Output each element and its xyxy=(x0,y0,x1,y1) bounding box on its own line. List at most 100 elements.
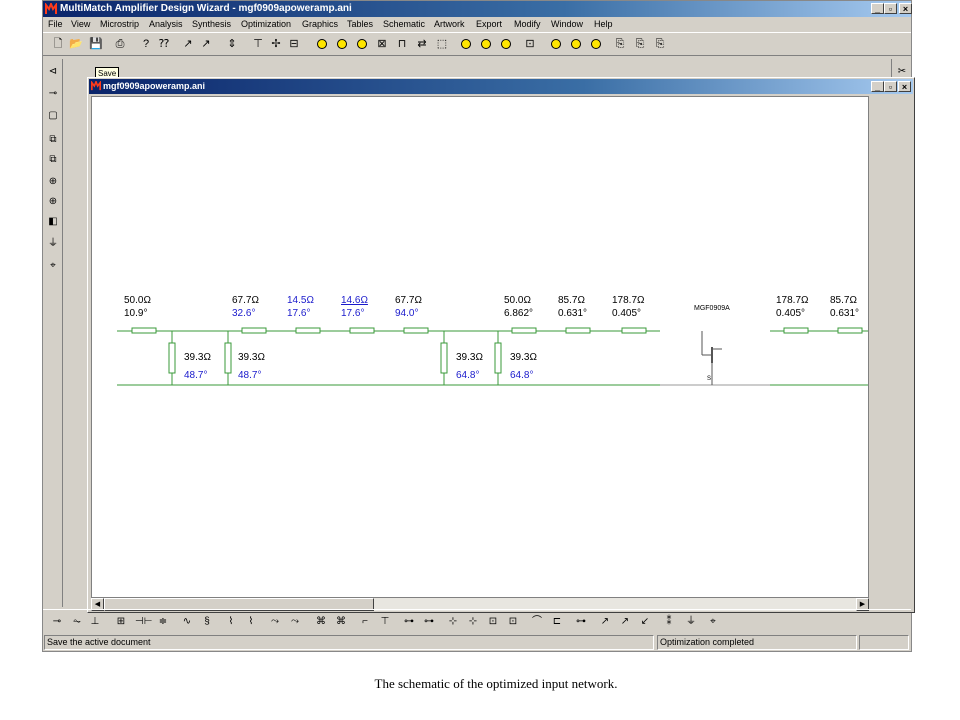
yellow-tool-6-icon[interactable] xyxy=(499,37,513,51)
yellow-tool-4-icon[interactable] xyxy=(459,37,473,51)
gap-icon[interactable]: ⊏ xyxy=(549,615,565,629)
doc-close-button[interactable]: × xyxy=(898,81,911,92)
menu-modify[interactable]: Modify xyxy=(514,17,541,32)
status-message: Save the active document xyxy=(44,635,654,650)
step-2-icon[interactable]: ⊶ xyxy=(421,615,437,629)
menu-schematic[interactable]: Schematic xyxy=(383,17,425,32)
cross-junction-2-icon[interactable]: ⊹ xyxy=(465,615,481,629)
yellow-tool-9-icon[interactable] xyxy=(589,37,603,51)
rlc-2-icon[interactable]: ⊕ xyxy=(46,195,60,209)
capacitor-series-icon[interactable]: ⊣⊢ xyxy=(135,615,152,629)
tee-junction-icon[interactable]: ⊤ xyxy=(377,615,393,629)
open-icon[interactable]: 📂 xyxy=(69,37,83,51)
restore-button[interactable]: ▫ xyxy=(884,3,897,14)
report-icon[interactable]: ⎘ xyxy=(613,37,627,51)
tline-2-impedance: 67.7Ω xyxy=(232,295,259,306)
inductor-series-icon[interactable]: ∿ xyxy=(179,615,195,629)
line-3-icon[interactable]: ↙ xyxy=(637,615,653,629)
report-2-icon[interactable]: ⎘ xyxy=(633,37,647,51)
coupled-icon[interactable]: ⤳ xyxy=(267,615,283,629)
menu-file[interactable]: File xyxy=(48,17,63,32)
menu-optimization[interactable]: Optimization xyxy=(241,17,291,32)
tline-4 xyxy=(349,327,375,334)
tee-icon[interactable]: ⊤ xyxy=(251,37,265,51)
yellow-tool-1-icon[interactable] xyxy=(315,37,329,51)
chart-icon[interactable]: ⊡ xyxy=(523,37,537,51)
bend-icon[interactable]: ⌐ xyxy=(357,615,373,629)
minimize-button[interactable]: _ xyxy=(871,3,884,14)
menu-microstrip[interactable]: Microstrip xyxy=(100,17,139,32)
port-icon[interactable]: ⊸ xyxy=(46,87,60,101)
cross-junction-icon[interactable]: ⊹ xyxy=(445,615,461,629)
block-icon[interactable]: ▢ xyxy=(46,109,60,123)
resize-icon[interactable]: ⇕ xyxy=(225,37,239,51)
circuit-icon[interactable]: ⧉ xyxy=(46,133,60,147)
tline-3 xyxy=(295,327,321,334)
yellow-tool-8-icon[interactable] xyxy=(569,37,583,51)
stub-1-impedance: 39.3Ω xyxy=(184,352,211,363)
bridge-icon[interactable]: ⊓ xyxy=(395,37,409,51)
line-icon[interactable]: ↗ xyxy=(597,615,613,629)
menu-help[interactable]: Help xyxy=(594,17,613,32)
schematic-canvas[interactable]: MGF0909A S 50.0Ω 10.9° 67.7Ω 32.6° 14.5Ω… xyxy=(91,96,869,598)
box-icon[interactable]: ⊟ xyxy=(287,37,301,51)
menu-synthesis[interactable]: Synthesis xyxy=(192,17,231,32)
yellow-tool-3-icon[interactable] xyxy=(355,37,369,51)
resistor-icon[interactable]: ⊞ xyxy=(113,615,129,629)
yellow-tool-5-icon[interactable] xyxy=(479,37,493,51)
menu-tables[interactable]: Tables xyxy=(347,17,373,32)
save-icon[interactable]: 💾 xyxy=(89,37,103,51)
series-element-icon[interactable]: ⊸ xyxy=(49,615,65,629)
help-icon[interactable]: ? xyxy=(139,37,153,51)
ground-icon[interactable]: ⏚ xyxy=(46,237,60,251)
tline-5 xyxy=(403,327,429,334)
cross-icon[interactable]: ✢ xyxy=(269,37,283,51)
rlc-icon[interactable]: ⊕ xyxy=(46,175,60,189)
port-left-icon[interactable]: ⊲ xyxy=(46,65,60,79)
doc-restore-button[interactable]: ▫ xyxy=(884,81,897,92)
ground-symbol-icon[interactable]: ⏚ xyxy=(683,615,699,629)
doc-minimize-button[interactable]: _ xyxy=(871,81,884,92)
menu-view[interactable]: View xyxy=(71,17,90,32)
draw-alt-icon[interactable]: ↗ xyxy=(199,37,213,51)
title-bar[interactable]: MultiMatch Amplifier Design Wizard - mgf… xyxy=(43,1,912,17)
menu-graphics[interactable]: Graphics xyxy=(302,17,338,32)
resonator-shunt-icon[interactable]: ⌇ xyxy=(243,615,259,629)
draw-icon[interactable]: ↗ xyxy=(181,37,195,51)
open-end-icon[interactable]: ⌒ xyxy=(529,615,545,629)
menu-window[interactable]: Window xyxy=(551,17,583,32)
menu-export[interactable]: Export xyxy=(476,17,502,32)
document-title-bar[interactable]: mgf0909apoweramp.ani _ ▫ × xyxy=(89,79,913,94)
via-2-icon[interactable]: ⊡ xyxy=(505,615,521,629)
coupled-2-icon[interactable]: ⤳ xyxy=(287,615,303,629)
swap-icon[interactable]: ⇄ xyxy=(415,37,429,51)
text-icon[interactable]: ⁑ xyxy=(661,615,677,629)
junction-icon[interactable]: ⌖ xyxy=(46,259,60,273)
via-icon[interactable]: ⊡ xyxy=(485,615,501,629)
shunt-element-icon[interactable]: ⏦ xyxy=(69,615,85,629)
node-icon[interactable]: ⌖ xyxy=(705,615,721,629)
menu-artwork[interactable]: Artwork xyxy=(434,17,465,32)
grid-icon[interactable]: ⊠ xyxy=(375,37,389,51)
circuit-2-icon[interactable]: ⧉ xyxy=(46,153,60,167)
menu-analysis[interactable]: Analysis xyxy=(149,17,183,32)
export-icon[interactable]: ⬚ xyxy=(435,37,449,51)
device-icon[interactable]: ◧ xyxy=(46,215,60,229)
print-icon[interactable]: ⎙ xyxy=(113,37,127,51)
report-3-icon[interactable]: ⎘ xyxy=(653,37,667,51)
transformer-2-icon[interactable]: ⌘ xyxy=(333,615,349,629)
yellow-tool-7-icon[interactable] xyxy=(549,37,563,51)
new-icon[interactable]: 🗋 xyxy=(51,37,65,51)
resonator-icon[interactable]: ⌇ xyxy=(223,615,239,629)
tline-3-length: 17.6° xyxy=(287,308,310,319)
pin-icon[interactable]: ⊥ xyxy=(87,615,103,629)
capacitor-shunt-icon[interactable]: ≑ xyxy=(155,615,171,629)
lumped-icon[interactable]: ⊶ xyxy=(573,615,589,629)
transformer-icon[interactable]: ⌘ xyxy=(313,615,329,629)
close-button[interactable]: × xyxy=(899,3,912,14)
context-help-icon[interactable]: ⁇ xyxy=(157,37,171,51)
line-2-icon[interactable]: ↗ xyxy=(617,615,633,629)
step-icon[interactable]: ⊶ xyxy=(401,615,417,629)
inductor-shunt-icon[interactable]: § xyxy=(199,615,215,629)
yellow-tool-2-icon[interactable] xyxy=(335,37,349,51)
